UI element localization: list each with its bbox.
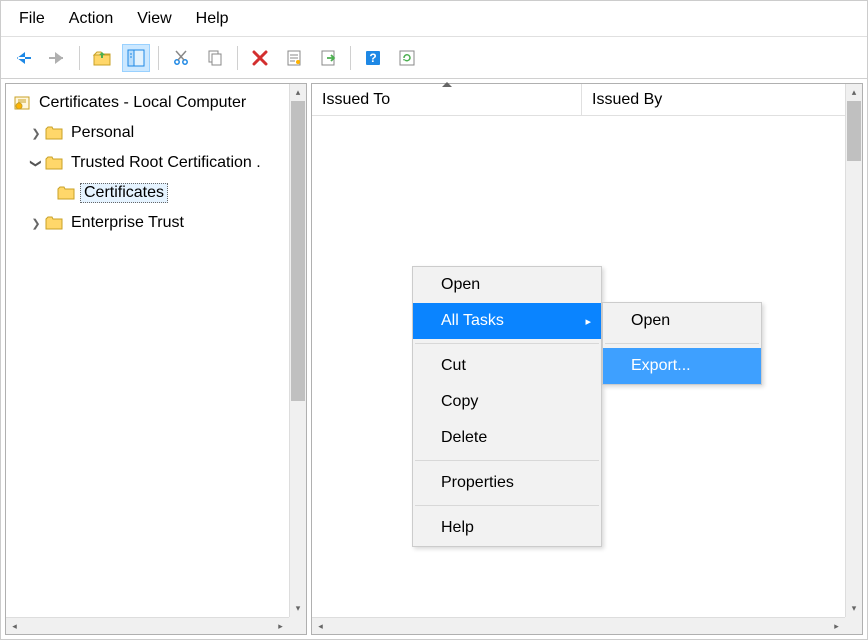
list-vertical-scrollbar[interactable]: ▴ ▾	[845, 84, 862, 617]
column-issued-by[interactable]: Issued By	[582, 84, 862, 115]
list-header: Issued To Issued By	[312, 84, 862, 116]
menu-file[interactable]: File	[9, 4, 55, 34]
context-menu-delete[interactable]: Delete	[413, 420, 601, 456]
scissors-icon	[172, 49, 190, 67]
tree-body: Certificates - Local Computer ❯ Personal…	[6, 84, 306, 634]
menu-separator	[415, 505, 599, 506]
menu-bar: File Action View Help	[1, 1, 867, 37]
tree-horizontal-scrollbar[interactable]: ◂ ▸	[6, 617, 289, 634]
tree-node-enterprise-trust[interactable]: ❯ Enterprise Trust	[6, 208, 306, 238]
context-menu-properties[interactable]: Properties	[413, 465, 601, 501]
scrollbar-corner	[289, 617, 306, 634]
scroll-down-arrow-icon[interactable]: ▾	[846, 600, 862, 617]
folder-icon	[44, 153, 64, 173]
scrollbar-corner	[845, 617, 862, 634]
export-button[interactable]	[314, 44, 342, 72]
content-area: Certificates - Local Computer ❯ Personal…	[1, 79, 867, 639]
up-one-level-button[interactable]	[88, 44, 116, 72]
submenu-open[interactable]: Open	[603, 303, 761, 339]
list-horizontal-scrollbar[interactable]: ◂ ▸	[312, 617, 845, 634]
list-panel: Issued To Issued By Open All Tasks ▸ Cut…	[311, 83, 863, 635]
toolbar-separator	[158, 46, 159, 70]
scrollbar-thumb[interactable]	[847, 101, 861, 161]
scroll-up-arrow-icon[interactable]: ▴	[290, 84, 306, 101]
tree-root-label: Certificates - Local Computer	[36, 93, 249, 113]
menu-separator	[415, 343, 599, 344]
toolbar-separator	[350, 46, 351, 70]
menu-help[interactable]: Help	[186, 4, 239, 34]
column-issued-to[interactable]: Issued To	[312, 84, 582, 115]
expander-icon[interactable]: ❯	[30, 155, 43, 171]
tree-node-label: Enterprise Trust	[68, 213, 187, 233]
toolbar-separator	[237, 46, 238, 70]
scroll-left-arrow-icon[interactable]: ◂	[312, 618, 329, 634]
folder-icon	[44, 123, 64, 143]
help-button[interactable]: ?	[359, 44, 387, 72]
scroll-up-arrow-icon[interactable]: ▴	[846, 84, 862, 101]
tree-vertical-scrollbar[interactable]: ▴ ▾	[289, 84, 306, 617]
menu-separator	[605, 343, 759, 344]
tree-node-personal[interactable]: ❯ Personal	[6, 118, 306, 148]
menu-separator	[415, 460, 599, 461]
folder-icon	[44, 213, 64, 233]
properties-button[interactable]	[280, 44, 308, 72]
menu-action[interactable]: Action	[59, 4, 123, 34]
context-menu: Open All Tasks ▸ Cut Copy Delete Propert…	[412, 266, 602, 547]
tree-root[interactable]: Certificates - Local Computer	[6, 88, 306, 118]
help-icon: ?	[364, 49, 382, 67]
forward-button[interactable]	[43, 44, 71, 72]
cut-button[interactable]	[167, 44, 195, 72]
folder-icon	[56, 183, 76, 203]
copy-button[interactable]	[201, 44, 229, 72]
refresh-button[interactable]	[393, 44, 421, 72]
forward-arrow-icon	[47, 50, 67, 66]
context-menu-open[interactable]: Open	[413, 267, 601, 303]
tree-node-label: Certificates	[80, 183, 168, 203]
scroll-down-arrow-icon[interactable]: ▾	[290, 600, 306, 617]
delete-button[interactable]	[246, 44, 274, 72]
toolbar: ?	[1, 37, 867, 79]
context-menu-all-tasks-label: All Tasks	[441, 312, 504, 330]
back-button[interactable]	[9, 44, 37, 72]
folder-up-icon	[92, 49, 112, 67]
back-arrow-icon	[13, 50, 33, 66]
context-submenu: Open Export...	[602, 302, 762, 385]
expander-icon[interactable]: ❯	[28, 217, 44, 230]
tree-node-label: Trusted Root Certification .	[68, 153, 264, 173]
scrollbar-thumb[interactable]	[291, 101, 305, 401]
tree-node-trusted-root[interactable]: ❯ Trusted Root Certification .	[6, 148, 306, 178]
context-menu-cut[interactable]: Cut	[413, 348, 601, 384]
context-menu-help[interactable]: Help	[413, 510, 601, 546]
toolbar-separator	[79, 46, 80, 70]
export-sheet-icon	[319, 49, 337, 67]
context-menu-all-tasks[interactable]: All Tasks ▸	[413, 303, 601, 339]
context-menu-copy[interactable]: Copy	[413, 384, 601, 420]
submenu-export[interactable]: Export...	[603, 348, 761, 384]
tree-panel: Certificates - Local Computer ❯ Personal…	[5, 83, 307, 635]
svg-text:?: ?	[369, 51, 376, 65]
submenu-arrow-icon: ▸	[585, 315, 591, 328]
expander-icon[interactable]: ❯	[28, 127, 44, 140]
refresh-list-icon	[398, 49, 416, 67]
properties-sheet-icon	[285, 49, 303, 67]
certificates-root-icon	[12, 93, 32, 113]
menu-view[interactable]: View	[127, 4, 181, 34]
list-body[interactable]: Open All Tasks ▸ Cut Copy Delete Propert…	[312, 116, 862, 634]
show-hide-tree-button[interactable]	[122, 44, 150, 72]
tree-node-certificates[interactable]: Certificates	[6, 178, 306, 208]
scroll-right-arrow-icon[interactable]: ▸	[828, 618, 845, 634]
tree-node-label: Personal	[68, 123, 137, 143]
scroll-left-arrow-icon[interactable]: ◂	[6, 618, 23, 634]
tree-pane-icon	[127, 49, 145, 67]
delete-x-icon	[251, 49, 269, 67]
copy-icon	[206, 49, 224, 67]
scroll-right-arrow-icon[interactable]: ▸	[272, 618, 289, 634]
